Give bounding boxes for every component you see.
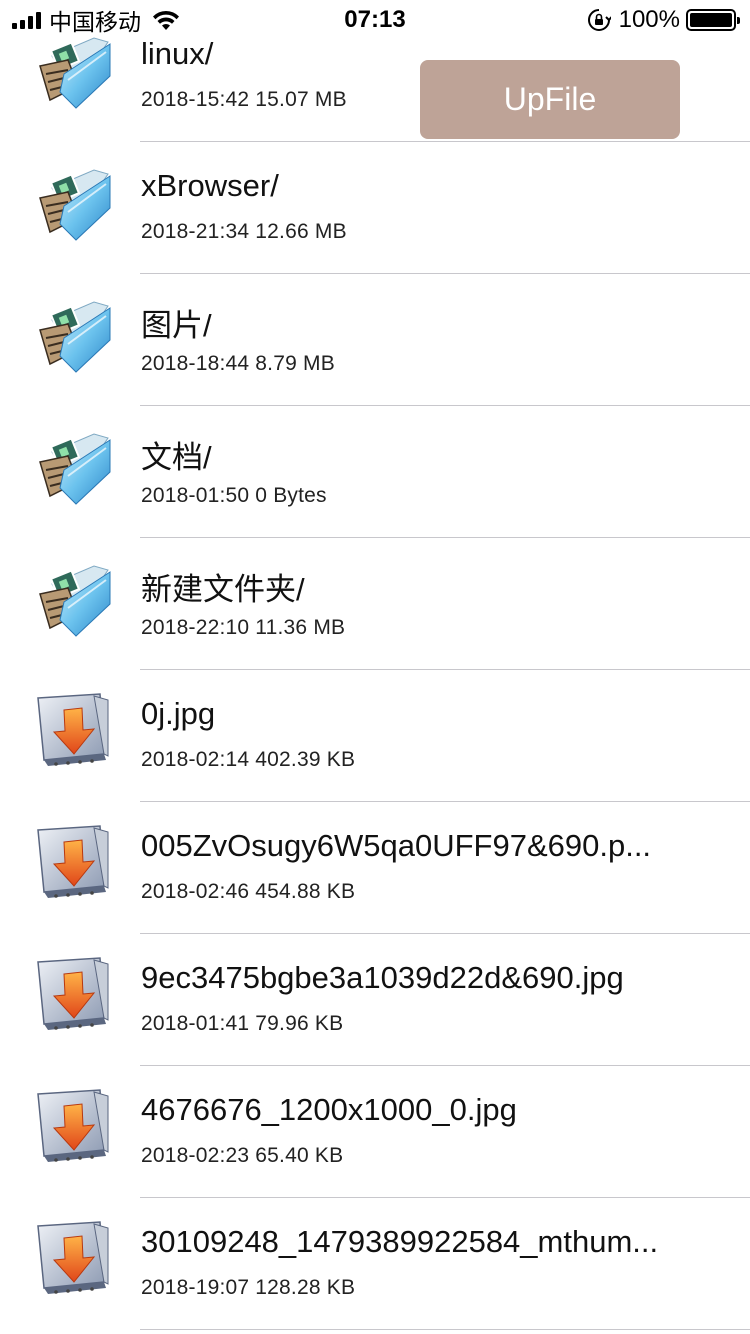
file-row[interactable]: 9ec3475bgbe3a1039d22d&690.jpg 2018-01:41 … xyxy=(0,934,750,1066)
file-meta: 2018-15:42 15.07 MB xyxy=(141,88,347,111)
file-name: 图片/ xyxy=(141,308,212,343)
file-name: 0j.jpg xyxy=(141,696,216,731)
file-name: xBrowser/ xyxy=(141,168,279,203)
download-file-icon xyxy=(34,954,112,1034)
download-file-icon xyxy=(34,1086,112,1166)
file-meta: 2018-02:46 454.88 KB xyxy=(141,880,356,903)
download-file-icon xyxy=(34,690,112,770)
row-divider xyxy=(140,1329,750,1330)
file-row[interactable]: 005ZvOsugy6W5qa0UFF97&690.p... 2018-02:46… xyxy=(0,802,750,934)
file-meta: 2018-19:07 128.28 KB xyxy=(141,1276,356,1299)
file-row[interactable]: 30109248_1479389922584_mthum... 2018-19:0… xyxy=(0,1198,750,1330)
folder-icon xyxy=(34,30,112,110)
download-file-icon xyxy=(34,1218,112,1298)
file-meta: 2018-18:44 8.79 MB xyxy=(141,352,335,375)
file-name: 文档/ xyxy=(141,440,212,475)
folder-row[interactable]: 文档/2018-01:50 0 Bytes xyxy=(0,406,750,538)
file-name: 4676676_1200x1000_0.jpg xyxy=(141,1092,517,1127)
folder-row[interactable]: 图片/2018-18:44 8.79 MB xyxy=(0,274,750,406)
file-meta: 2018-02:23 65.40 KB xyxy=(141,1144,344,1167)
folder-icon xyxy=(34,426,112,506)
file-name: 新建文件夹/ xyxy=(141,572,305,607)
file-meta: 2018-21:34 12.66 MB xyxy=(141,220,347,243)
file-meta: 2018-22:10 11.36 MB xyxy=(141,616,346,639)
folder-icon xyxy=(34,558,112,638)
upfile-button[interactable]: UpFile xyxy=(420,60,680,139)
folder-row[interactable]: xBrowser/2018-21:34 12.66 MB xyxy=(0,142,750,274)
file-row[interactable]: 4676676_1200x1000_0.jpg 2018-02:23 65.40 … xyxy=(0,1066,750,1198)
file-name: 9ec3475bgbe3a1039d22d&690.jpg xyxy=(141,960,624,995)
folder-icon xyxy=(34,294,112,374)
folder-icon xyxy=(34,162,112,242)
download-file-icon xyxy=(34,822,112,902)
file-row[interactable]: 0j.jpg 2018-02:14 402.39 KB xyxy=(0,670,750,802)
file-list: linux/2018-15:42 15.07 MB xBrowser/2018-… xyxy=(0,10,750,1330)
file-meta: 2018-01:41 79.96 KB xyxy=(141,1012,344,1035)
file-meta: 2018-02:14 402.39 KB xyxy=(141,748,356,771)
file-name: 005ZvOsugy6W5qa0UFF97&690.p... xyxy=(141,828,652,863)
file-name: 30109248_1479389922584_mthum... xyxy=(141,1224,659,1259)
file-meta: 2018-01:50 0 Bytes xyxy=(141,484,327,507)
folder-row[interactable]: 新建文件夹/2018-22:10 11.36 MB xyxy=(0,538,750,670)
